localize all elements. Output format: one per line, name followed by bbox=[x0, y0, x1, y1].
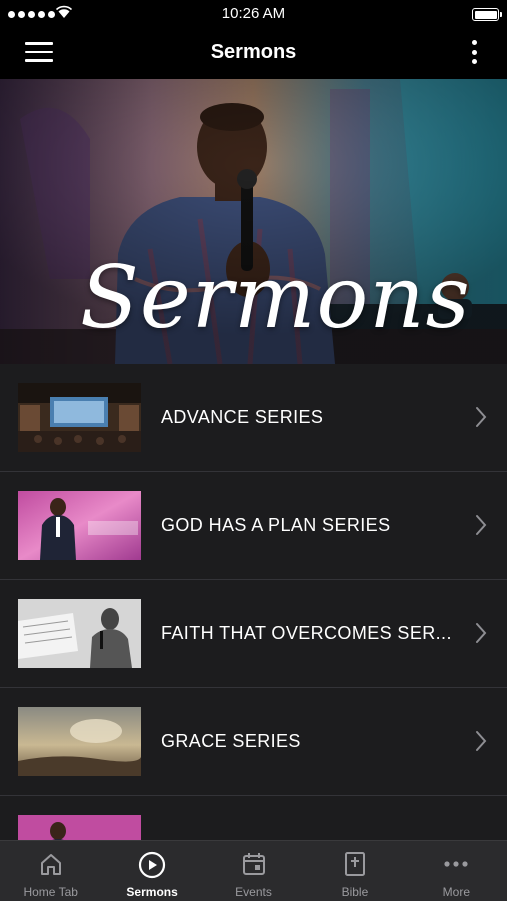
hamburger-menu-icon[interactable] bbox=[25, 42, 53, 64]
home-icon bbox=[40, 854, 61, 875]
hero-banner: Sermons bbox=[0, 79, 507, 364]
series-thumbnail bbox=[18, 707, 141, 776]
play-circle-icon bbox=[139, 851, 166, 879]
status-bar: 10:26 AM bbox=[0, 0, 507, 28]
series-thumbnail bbox=[18, 491, 141, 560]
tab-label: Sermons bbox=[126, 885, 178, 899]
sermon-list: ADVANCE SERIES GOD HAS A PLAN SERIES FAI… bbox=[0, 364, 507, 840]
battery-icon bbox=[472, 8, 502, 21]
tab-more[interactable]: More bbox=[406, 841, 507, 901]
series-thumbnail bbox=[18, 599, 141, 668]
list-item[interactable]: ADVANCE SERIES bbox=[0, 364, 507, 472]
series-thumbnail bbox=[18, 815, 141, 840]
series-title: ADVANCE SERIES bbox=[161, 407, 324, 427]
chevron-right-icon bbox=[476, 407, 487, 427]
tab-home[interactable]: Home Tab bbox=[0, 841, 101, 901]
tab-bar: Home Tab Sermons Events Bible More bbox=[0, 840, 507, 901]
series-thumbnail bbox=[18, 383, 141, 452]
list-item[interactable] bbox=[0, 796, 507, 840]
chevron-right-icon bbox=[476, 623, 487, 643]
tab-bible[interactable]: Bible bbox=[304, 841, 405, 901]
tab-label: Home Tab bbox=[23, 885, 78, 899]
page-title: Sermons bbox=[210, 41, 297, 63]
series-title: GOD HAS A PLAN SERIES bbox=[161, 515, 391, 535]
bible-icon bbox=[344, 852, 365, 876]
chevron-right-icon bbox=[476, 731, 487, 751]
tab-label: Bible bbox=[341, 885, 369, 899]
list-item[interactable]: GOD HAS A PLAN SERIES bbox=[0, 472, 507, 580]
hero-script-title: Sermons bbox=[80, 248, 471, 348]
tab-label: Events bbox=[235, 885, 272, 899]
tab-label: More bbox=[442, 885, 470, 899]
chevron-right-icon bbox=[476, 515, 487, 535]
series-title: GRACE SERIES bbox=[161, 731, 301, 751]
list-item[interactable]: GRACE SERIES bbox=[0, 688, 507, 796]
tab-events[interactable]: Events bbox=[203, 841, 304, 901]
status-time: 10:26 AM bbox=[221, 5, 286, 22]
tab-sermons[interactable]: Sermons bbox=[101, 841, 202, 901]
list-item[interactable]: FAITH THAT OVERCOMES SER... bbox=[0, 580, 507, 688]
more-horizontal-icon bbox=[444, 861, 468, 867]
more-vertical-icon[interactable] bbox=[469, 40, 479, 68]
nav-bar: Sermons bbox=[0, 28, 507, 79]
calendar-icon bbox=[242, 853, 265, 875]
series-title: FAITH THAT OVERCOMES SER... bbox=[161, 623, 452, 643]
